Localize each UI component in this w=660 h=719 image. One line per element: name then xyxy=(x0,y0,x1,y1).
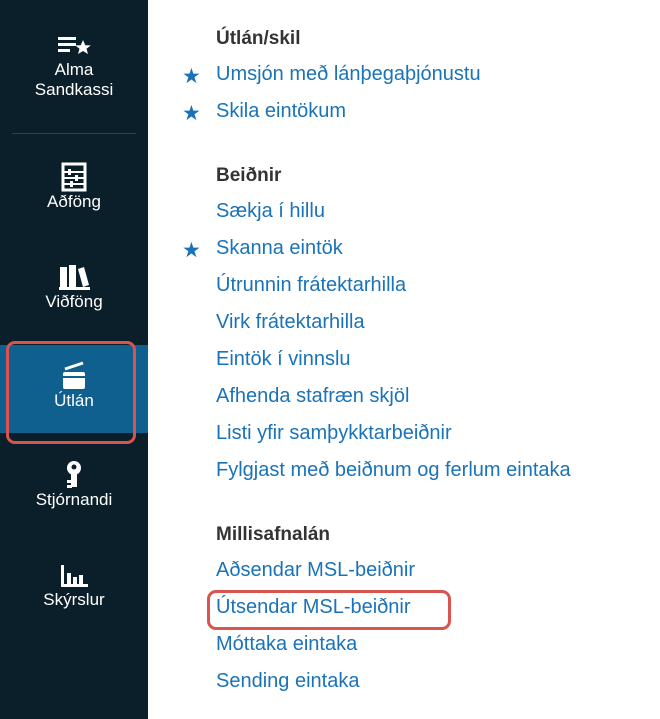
link-skanna-eintok[interactable]: Skanna eintök xyxy=(216,237,343,260)
sidebar-item-label: Alma Sandkassi xyxy=(34,60,114,99)
favorite-star-icon[interactable]: ★ xyxy=(182,101,201,126)
admin-key-icon xyxy=(63,460,85,490)
books-icon xyxy=(57,262,91,292)
favorite-star-icon[interactable]: ★ xyxy=(182,64,201,89)
section-title-millisafnalan: Millisafnalán xyxy=(216,524,331,545)
sidebar-item-label: Útlán xyxy=(54,391,94,410)
link-saekja-i-hillu[interactable]: Sækja í hillu xyxy=(216,200,325,223)
favorite-star-icon[interactable]: ★ xyxy=(182,238,201,263)
sidebar-item-label: Aðföng xyxy=(47,192,101,211)
fulfillment-box-icon xyxy=(59,361,89,391)
link-sending-eintaka[interactable]: Sending eintaka xyxy=(216,670,359,693)
section-title-utlan-skil: Útlán/skil xyxy=(216,28,301,49)
link-umsjon-med-lanthegathjonustu[interactable]: Umsjón með lánþegaþjónustu xyxy=(216,63,481,86)
sidebar-item-label: Stjórnandi xyxy=(35,490,113,509)
sidebar-item-alma-sandkassi[interactable]: Alma Sandkassi xyxy=(0,30,148,100)
link-listi-yfir-sampykktarbeidnir[interactable]: Listi yfir samþykktarbeiðnir xyxy=(216,422,452,445)
sidebar: Alma Sandkassi Aðföng Viðföng Útlán Stjó… xyxy=(0,0,148,719)
link-utrunnin-fratektarhilla[interactable]: Útrunnin frátektarhilla xyxy=(216,274,406,297)
link-adsendar-msl-beidnir[interactable]: Aðsendar MSL-beiðnir xyxy=(216,559,415,582)
sidebar-item-skyrslur[interactable]: Skýrslur xyxy=(0,560,148,610)
abacus-icon xyxy=(60,162,88,192)
sidebar-item-label: Skýrslur xyxy=(43,590,105,609)
sidebar-item-label: Viðföng xyxy=(45,292,103,311)
link-eintok-i-vinnslu[interactable]: Eintök í vinnslu xyxy=(216,348,351,371)
bar-chart-icon xyxy=(58,560,90,590)
sidebar-divider xyxy=(12,133,136,134)
link-mottaka-eintaka[interactable]: Móttaka eintaka xyxy=(216,633,357,656)
link-fylgjast-med-beidnum[interactable]: Fylgjast með beiðnum og ferlum eintaka xyxy=(216,459,571,482)
section-title-beidnir: Beiðnir xyxy=(216,165,282,186)
sidebar-item-utlan[interactable]: Útlán xyxy=(0,345,148,433)
link-afhenda-stafraen-skjol[interactable]: Afhenda stafræn skjöl xyxy=(216,385,409,408)
favorites-star-list-icon xyxy=(56,30,92,60)
sidebar-item-adfong[interactable]: Aðföng xyxy=(0,162,148,212)
link-virk-fratektarhilla[interactable]: Virk frátektarhilla xyxy=(216,311,365,334)
sidebar-item-vidfong[interactable]: Viðföng xyxy=(0,262,148,312)
link-skila-eintokum[interactable]: Skila eintökum xyxy=(216,100,346,123)
link-utsendar-msl-beidnir[interactable]: Útsendar MSL-beiðnir xyxy=(216,596,411,619)
sidebar-item-stjornandi[interactable]: Stjórnandi xyxy=(0,460,148,510)
